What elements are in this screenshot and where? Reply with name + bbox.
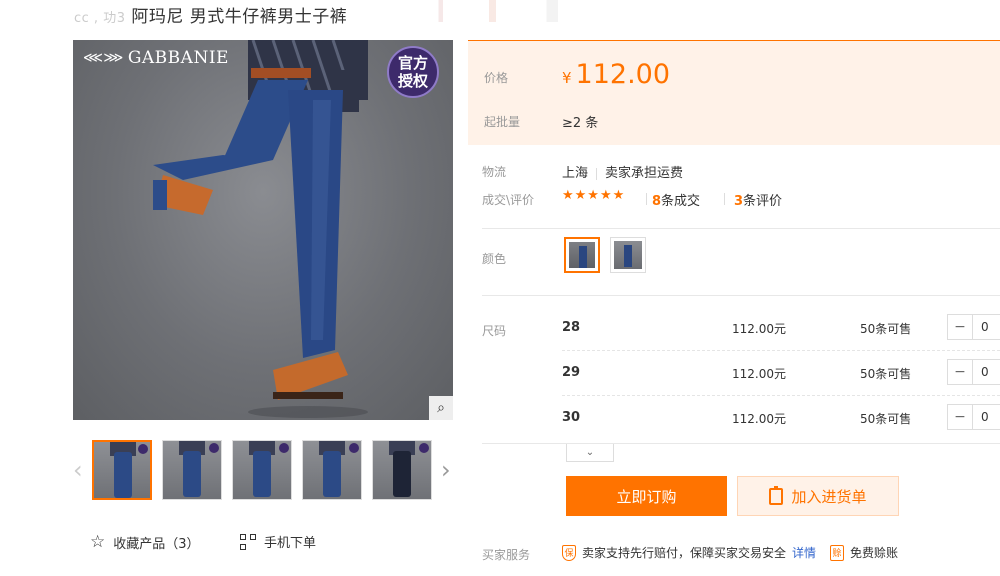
size-price: 112.00元: [732, 412, 786, 426]
main-product-image[interactable]: ⋘⋙ GABBANIE 官方 授权 ⌕: [73, 40, 453, 420]
free-credit-text: 免费赊账: [850, 546, 899, 560]
size-stock: 50条可售: [860, 322, 912, 336]
size-price: 112.00元: [732, 322, 786, 336]
thumbnail-4[interactable]: [302, 440, 362, 500]
size-stock: 50条可售: [860, 367, 912, 381]
size-row: 29 112.00元 50条可售 − 0: [482, 351, 1000, 396]
deals-count[interactable]: 8条成交: [652, 190, 700, 209]
deals-number: 8: [652, 194, 662, 209]
quantity-input[interactable]: 0: [973, 315, 1000, 339]
shipping-fee: 卖家承担运费: [605, 166, 684, 181]
thumbnail-3[interactable]: [232, 440, 292, 500]
star-outline-icon: ☆: [90, 532, 106, 552]
trade-review-label: 成交\评价: [482, 193, 535, 207]
reviews-number: 3: [734, 194, 744, 209]
divider: [482, 443, 1000, 444]
divider: [482, 295, 1000, 296]
buy-now-button[interactable]: 立即订购: [566, 476, 727, 516]
divider: [482, 228, 1000, 229]
buyer-service-label: 买家服务: [482, 548, 531, 562]
size-value: 29: [562, 365, 581, 380]
chevron-down-icon: ⌄: [585, 447, 595, 458]
expand-sizes-button[interactable]: ⌄: [566, 444, 614, 462]
color-swatch-2[interactable]: [610, 237, 646, 273]
decrement-button[interactable]: −: [948, 360, 974, 384]
shield-icon: 保: [562, 544, 576, 561]
color-label: 颜色: [482, 252, 507, 266]
thumbnail-1[interactable]: [92, 440, 152, 500]
clipboard-icon: [769, 485, 784, 505]
reviews-count[interactable]: 3条评价: [734, 190, 782, 209]
mobile-order-label: 手机下单: [264, 536, 317, 551]
mobile-order-button[interactable]: 手机下单: [240, 532, 316, 551]
quantity-stepper: − 0: [947, 359, 1000, 385]
thumbnail-strip: ‹ ›: [73, 440, 458, 502]
official-authorized-badge: 官方 授权: [387, 46, 439, 98]
add-to-cart-label: 加入进货单: [791, 487, 867, 506]
badge-text: 官方 授权: [397, 54, 428, 90]
title-text: 阿玛尼 男式牛仔裤男士子裤: [131, 7, 348, 27]
brand-logo: ⋘⋙ GABBANIE: [83, 48, 229, 68]
color-swatch-1[interactable]: [564, 237, 600, 273]
size-price: 112.00元: [732, 367, 786, 381]
add-to-cart-button[interactable]: 加入进货单: [737, 476, 899, 516]
decrement-button[interactable]: −: [948, 405, 974, 429]
favorite-button[interactable]: ☆ 收藏产品（3）: [90, 532, 200, 552]
min-order-label: 起批量: [484, 115, 521, 129]
price-panel: 价格 ¥112.00 起批量 ≥2 条: [468, 41, 1000, 145]
logistics-info: 上海 卖家承担运费: [562, 162, 683, 181]
price-value: ¥112.00: [562, 59, 670, 90]
favorite-label: 收藏产品（3）: [113, 536, 200, 552]
size-value: 30: [562, 410, 581, 425]
chevron-right-icon[interactable]: ›: [441, 456, 451, 484]
product-title: cc , 功3 阿玛尼 男式牛仔裤男士子裤: [74, 2, 347, 27]
size-value: 28: [562, 320, 581, 335]
deals-suffix: 条成交: [661, 194, 701, 209]
details-link[interactable]: 详情: [792, 544, 816, 561]
size-row: 30 112.00元 50条可售 − 0: [482, 396, 1000, 441]
magnifier-icon[interactable]: ⌕: [429, 396, 453, 420]
wings-icon: ⋘⋙: [83, 50, 124, 66]
buyer-service: 保 卖家支持先行赔付，保障买家交易安全 详情 赊 免费赊账: [562, 544, 898, 561]
title-prefix: cc , 功3: [74, 11, 126, 26]
chevron-left-icon[interactable]: ‹: [73, 456, 83, 484]
price-amount: 112.00: [575, 59, 671, 90]
guarantee-text: 卖家支持先行赔付，保障买家交易安全: [582, 546, 787, 560]
quantity-input[interactable]: 0: [973, 360, 1000, 384]
quantity-stepper: − 0: [947, 404, 1000, 430]
thumbnail-2[interactable]: [162, 440, 222, 500]
min-order-value: ≥2 条: [562, 116, 599, 131]
size-stock: 50条可售: [860, 412, 912, 426]
quantity-stepper: − 0: [947, 314, 1000, 340]
thumbnail-5[interactable]: [372, 440, 432, 500]
logistics-label: 物流: [482, 165, 507, 179]
product-photo: [153, 40, 368, 418]
brand-name: GABBANIE: [127, 48, 229, 68]
rating-stars: ★★★★★: [562, 188, 626, 203]
price-label: 价格: [484, 71, 509, 85]
title-blur-overlay: [420, 0, 650, 22]
credit-icon: 赊: [830, 544, 845, 561]
reviews-suffix: 条评价: [743, 194, 783, 209]
quantity-input[interactable]: 0: [973, 405, 1000, 429]
currency-symbol: ¥: [562, 69, 572, 87]
ship-from: 上海: [562, 166, 589, 181]
qr-code-icon: [240, 533, 256, 550]
decrement-button[interactable]: −: [948, 315, 974, 339]
size-row: 28 112.00元 50条可售 − 0: [482, 306, 1000, 351]
